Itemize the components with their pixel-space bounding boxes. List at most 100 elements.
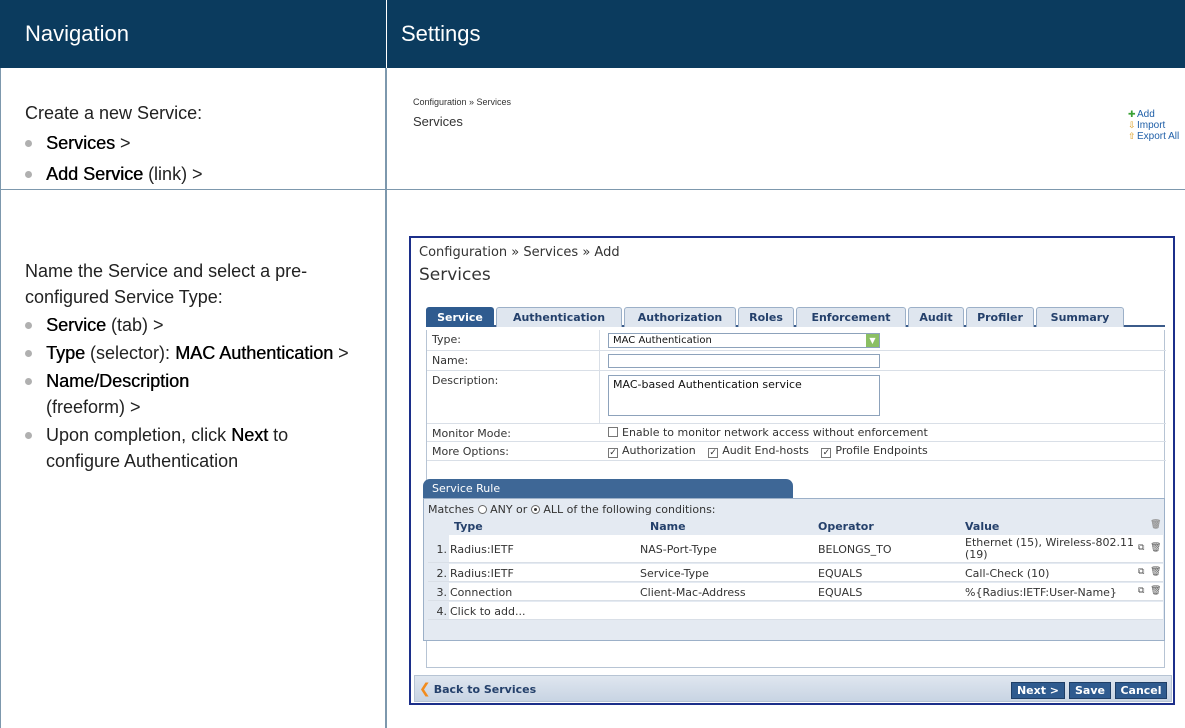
audit-end-hosts-checkbox[interactable]: ✓ (708, 448, 719, 458)
service-rule-tab: Service Rule (423, 479, 793, 498)
chevron-left-icon: ❮ (419, 681, 431, 697)
cancel-button[interactable]: Cancel (1115, 682, 1167, 699)
column-header-value: Value (965, 520, 1000, 533)
type-label: Type: (432, 333, 461, 346)
description-textarea[interactable]: MAC-based Authentication service (608, 375, 880, 416)
audit-option-label: Audit End-hosts (722, 444, 809, 457)
nav-intro: Name the Service and select a pre-config… (25, 261, 308, 307)
tab-authorization[interactable]: Authorization (624, 307, 736, 327)
nav-step: Name/Description (freeform) > (25, 368, 370, 420)
tab-summary[interactable]: Summary (1036, 307, 1124, 327)
left-border (0, 68, 1, 728)
tab-roles[interactable]: Roles (738, 307, 794, 327)
copy-icon[interactable]: ⧉ (1138, 543, 1144, 553)
back-to-services-link[interactable]: ❮ Back to Services (419, 681, 536, 697)
nav-step-bold: Type (46, 343, 86, 363)
name-input[interactable] (608, 354, 880, 368)
mini-add-label: Add (1137, 109, 1155, 120)
export-icon: ⇧ (1128, 131, 1136, 141)
matches-post: of the following conditions: (566, 503, 716, 516)
plus-icon: ✚ (1128, 109, 1136, 119)
nav-step: Add Service (link) > (25, 161, 365, 187)
nav-step-rest: > (333, 343, 349, 363)
nav-step: Upon completion, click Next to configure… (25, 422, 335, 474)
tab-label: Authorization (637, 311, 723, 324)
mini-add-link[interactable]: ✚Add (1128, 109, 1179, 120)
nav-step-rest: (tab) > (106, 315, 164, 335)
chevron-down-icon: ▼ (866, 334, 879, 347)
type-select[interactable]: MAC Authentication ▼ (608, 333, 880, 348)
tab-enforcement[interactable]: Enforcement (796, 307, 906, 327)
tab-audit[interactable]: Audit (908, 307, 964, 327)
tab-profiler[interactable]: Profiler (966, 307, 1034, 327)
row-type: Connection (450, 586, 513, 599)
settings-header-label: Settings (401, 21, 481, 46)
tab-bar: Service Authentication Authorization Rol… (426, 307, 1165, 327)
column-header-name: Name (650, 520, 686, 533)
nav-cell-service-type: Name the Service and select a pre-config… (25, 258, 370, 474)
type-select-value: MAC Authentication (613, 335, 712, 346)
tab-label: Audit (919, 311, 953, 324)
nav-step-bold: Add Service (46, 164, 144, 184)
nav-step-pre: Upon completion, click (46, 425, 232, 445)
add-rule-row[interactable]: 4. Click to add... (428, 602, 1163, 620)
tab-authentication[interactable]: Authentication (496, 307, 622, 327)
any-radio[interactable] (477, 505, 487, 514)
row-operator: EQUALS (818, 567, 863, 580)
row-value: %{Radius:IETF:User-Name} (965, 586, 1117, 599)
nav-step: Services > (25, 130, 365, 156)
tab-service[interactable]: Service (426, 307, 494, 327)
row-type: Radius:IETF (450, 567, 514, 580)
type-row: Type: MAC Authentication ▼ (427, 330, 1166, 351)
save-button[interactable]: Save (1069, 682, 1111, 699)
mini-export-link[interactable]: ⇧Export All (1128, 131, 1179, 142)
navigation-header-label: Navigation (25, 21, 129, 46)
nav-step-bold: MAC Authentication (175, 343, 334, 363)
save-label: Save (1075, 684, 1105, 697)
next-label: Next > (1016, 684, 1060, 697)
table-row[interactable]: 3. Connection Client-Mac-Address EQUALS … (428, 583, 1163, 601)
column-divider (385, 68, 387, 728)
nav-step-rest: (link) > (143, 164, 203, 184)
copy-icon[interactable]: ⧉ (1138, 567, 1144, 577)
nav-step: Type (selector): MAC Authentication > (25, 340, 370, 366)
row-name: Client-Mac-Address (640, 586, 746, 599)
nav-step-bold: Next (231, 425, 269, 445)
mini-export-label: Export All (1137, 131, 1180, 142)
mini-import-link[interactable]: ⇩Import (1128, 120, 1179, 131)
tab-label: Enforcement (811, 311, 891, 324)
row-divider (0, 189, 1185, 190)
column-header-type: Type (454, 520, 483, 533)
monitor-mode-text: Enable to monitor network access without… (622, 426, 928, 439)
row-number: 1. (428, 535, 449, 562)
table-row[interactable]: 1. Radius:IETF NAS-Port-Type BELONGS_TO … (428, 535, 1163, 563)
tab-label: Profiler (977, 311, 1023, 324)
authorization-checkbox[interactable]: ✓ (608, 448, 618, 458)
column-header-operator: Operator (818, 520, 874, 533)
nav-cell-create-service: Create a new Service: Services > Add Ser… (25, 100, 365, 187)
nav-step-bold: Service (46, 315, 107, 335)
profile-option-label: Profile Endpoints (835, 444, 928, 457)
or-label: or (516, 503, 528, 516)
trash-icon[interactable]: 🗑 (1150, 567, 1161, 577)
row-number: 2. (428, 564, 449, 581)
nav-step-rest: (selector): (85, 343, 176, 363)
tab-label: Summary (1050, 311, 1110, 324)
row-operator: EQUALS (818, 586, 863, 599)
table-row[interactable]: 2. Radius:IETF Service-Type EQUALS Call-… (428, 564, 1163, 582)
more-options-row: More Options: ✓ Authorization ✓ Audit End-… (427, 442, 1166, 461)
trash-icon[interactable]: 🗑 (1150, 586, 1161, 596)
nav-step-rest: > (115, 133, 131, 153)
trash-icon[interactable]: 🗑 (1150, 543, 1161, 553)
all-radio[interactable] (530, 505, 540, 514)
monitor-mode-checkbox[interactable] (608, 427, 618, 437)
tab-label: Service (437, 311, 483, 324)
copy-icon[interactable]: ⧉ (1138, 586, 1144, 596)
mini-page-title: Services (413, 114, 463, 129)
profile-endpoints-checkbox[interactable]: ✓ (821, 448, 832, 458)
next-button[interactable]: Next > (1011, 682, 1065, 699)
description-value: MAC-based Authentication service (613, 378, 802, 391)
trash-icon[interactable]: 🗑 (1150, 520, 1161, 530)
row-value: Call-Check (10) (965, 567, 1050, 580)
nav-step-bold: Services (46, 133, 116, 153)
